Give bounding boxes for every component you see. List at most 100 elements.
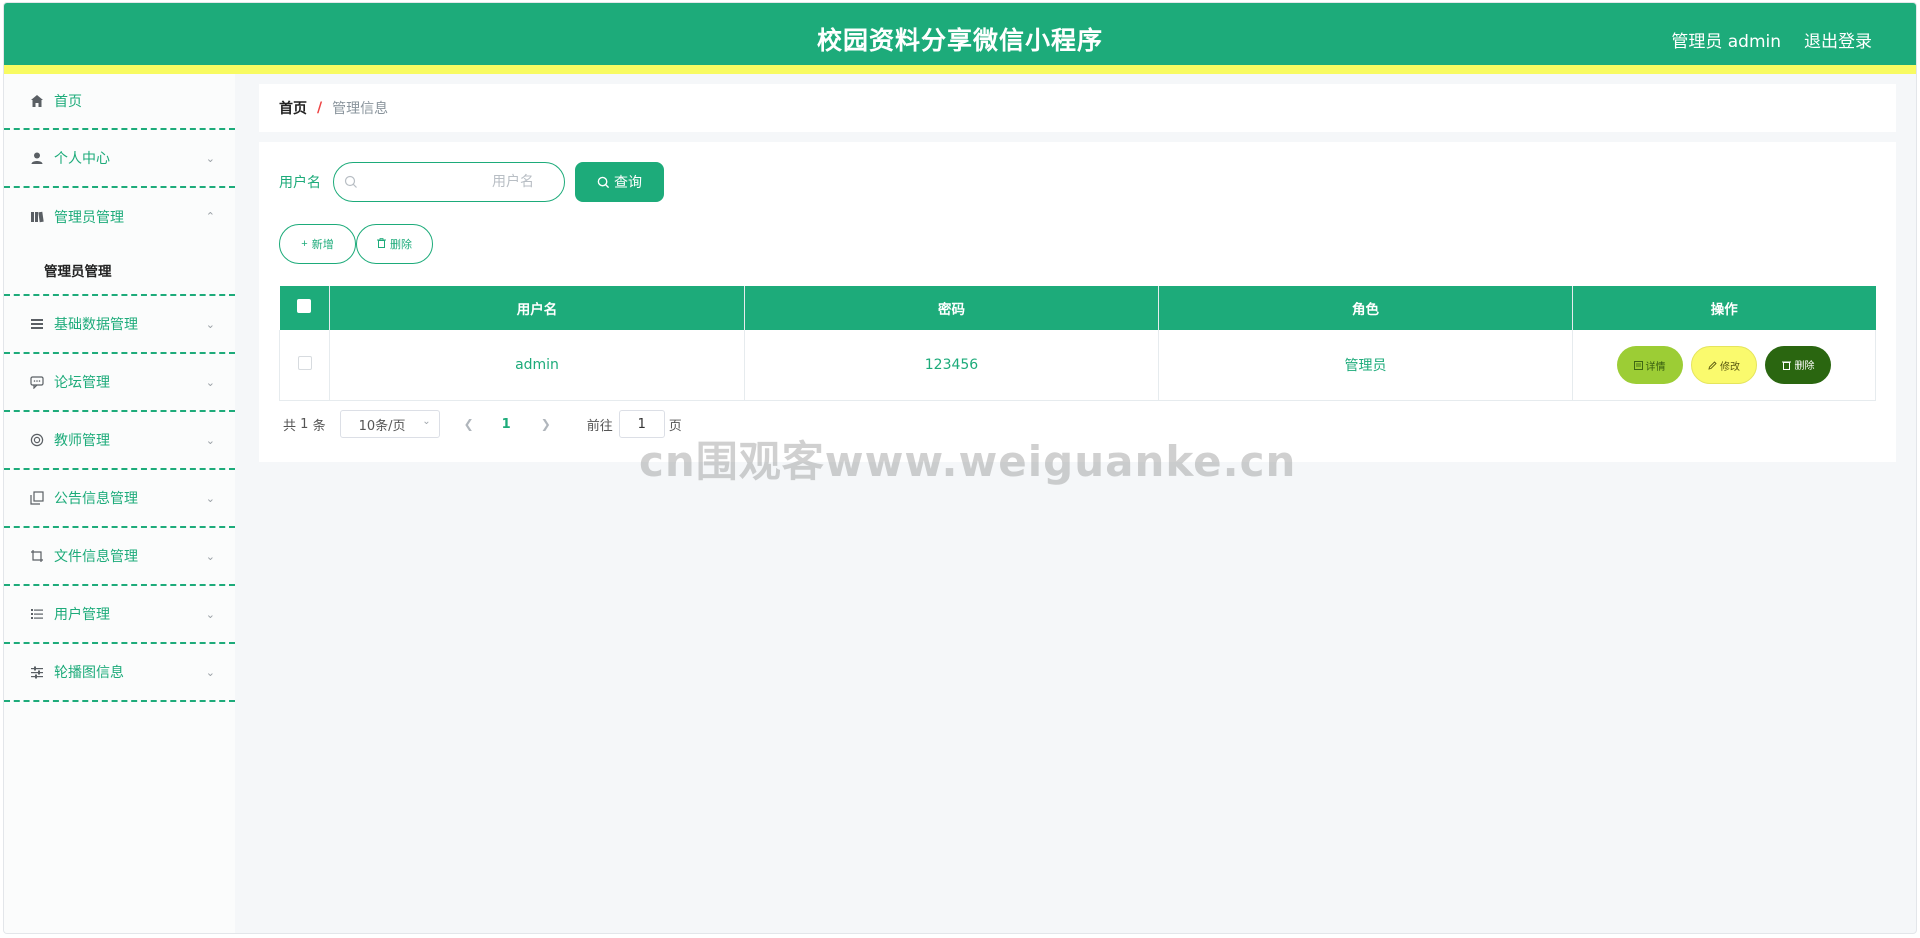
sidebar-item-label: 文件信息管理 [54,549,138,565]
lifebuoy-icon [28,431,46,449]
search-icon [597,176,610,188]
query-button-label: 查询 [614,174,642,190]
pagination-total: 1 [300,416,309,432]
admin-table: 用户名 密码 角色 操作 admin 123456 管理员 详情 修改 删除 [279,286,1876,401]
edit-button-label: 修改 [1720,361,1740,373]
row-select-cell [279,330,330,401]
sidebar-item-label: 轮播图信息 [54,665,124,681]
page-number-current[interactable]: 1 [502,417,511,432]
user-icon [28,149,46,167]
search-label: 用户名 [279,175,321,191]
sidebar-item-personal-center[interactable]: 个人中心 ⌄ [4,130,235,188]
plus-icon: + [301,238,308,250]
delete-button[interactable]: 删除 [1765,345,1832,384]
main-content: 首页 / 管理信息 用户名 查询 + 新增 [235,74,1916,933]
cell-role: 管理员 [1158,330,1573,401]
sidebar-item-notice[interactable]: 公告信息管理 ⌄ [4,470,235,528]
sidebar-item-label: 基础数据管理 [54,317,138,333]
logout-link[interactable]: 退出登录 [1804,27,1872,52]
pagination-total-prefix: 共 [283,418,297,434]
pagination: 共 1 条 10条/页 ⌄ ❮ 1 ❯ 前往 页 [283,410,682,438]
sidebar-item-carousel[interactable]: 轮播图信息 ⌄ [4,644,235,702]
detail-button-label: 详情 [1645,361,1666,373]
sidebar: 首页 个人中心 ⌄ 管理员管理 ⌃ 管理员管理 基础数据管理 ⌄ 论坛管理 ⌄ … [4,74,235,933]
prev-page-button[interactable]: ❮ [464,417,474,431]
add-button[interactable]: + 新增 [279,224,356,264]
app-title: 校园资料分享微信小程序 [816,26,1103,55]
row-checkbox[interactable] [297,355,312,370]
column-header-actions: 操作 [1572,286,1876,330]
search-field [333,162,565,202]
select-all-checkbox[interactable] [297,299,312,313]
sidebar-item-home[interactable]: 首页 [4,74,235,130]
breadcrumb: 首页 / 管理信息 [259,84,1896,132]
crop-icon [28,547,46,565]
sidebar-item-label: 论坛管理 [54,375,110,391]
detail-button[interactable]: 详情 [1616,346,1683,384]
column-header-username[interactable]: 用户名 [329,286,745,330]
breadcrumb-home[interactable]: 首页 [279,98,307,118]
chevron-down-icon: ⌄ [205,608,215,621]
search-row: 用户名 查询 [279,162,664,202]
chevron-up-icon: ⌃ [205,210,215,223]
home-icon [28,92,46,110]
sidebar-item-label: 教师管理 [54,433,110,449]
chevron-down-icon: ⌄ [205,492,215,505]
sidebar-item-label: 公告信息管理 [54,491,138,507]
sidebar-item-admin-management[interactable]: 管理员管理 ⌃ [4,188,235,246]
table-header-row: 用户名 密码 角色 操作 [279,286,1876,330]
table-row: admin 123456 管理员 详情 修改 删除 [279,330,1876,401]
menu-lines-icon [28,605,46,623]
breadcrumb-separator: / [317,100,323,116]
chevron-down-icon: ⌄ [205,666,215,679]
action-row: + 新增 删除 [279,224,433,264]
app-window: 校园资料分享微信小程序 管理员 admin 退出登录 首页 个人中心 ⌄ 管理员… [3,2,1917,934]
sidebar-item-teacher[interactable]: 教师管理 ⌄ [4,412,235,470]
cell-actions: 详情 修改 删除 [1572,330,1876,401]
cell-username: admin [329,330,745,401]
page-size-select[interactable]: 10条/页 ⌄ [339,410,440,438]
document-icon [1633,360,1643,370]
query-button[interactable]: 查询 [575,162,664,202]
trash-icon [1782,361,1792,370]
sidebar-item-file[interactable]: 文件信息管理 ⌄ [4,528,235,586]
content-panel: 用户名 查询 + 新增 删除 [259,142,1896,462]
chevron-down-icon: ⌄ [205,376,215,389]
breadcrumb-current: 管理信息 [332,101,389,117]
chevron-down-icon: ⌄ [205,152,215,165]
chevron-down-icon: ⌄ [422,416,431,427]
chat-icon [28,373,46,391]
select-all-cell [279,286,330,330]
top-header: 校园资料分享微信小程序 管理员 admin 退出登录 [4,3,1916,74]
delete-button-label: 删除 [1794,361,1815,372]
search-icon [344,175,357,188]
notebook-icon [28,208,46,226]
sidebar-item-basic-data[interactable]: 基础数据管理 ⌄ [4,296,235,354]
edit-button[interactable]: 修改 [1691,346,1757,384]
list-icon [28,315,46,333]
watermark: cn围观客www.weiguanke.cn [639,437,1297,486]
page-size-value: 10条/页 [358,418,406,434]
sidebar-item-label: 个人中心 [54,151,110,167]
batch-delete-button[interactable]: 删除 [356,224,433,264]
cell-password: 123456 [744,330,1159,401]
sidebar-subitem-admin-management[interactable]: 管理员管理 [4,246,235,296]
chevron-down-icon: ⌄ [205,434,215,447]
column-header-role[interactable]: 角色 [1158,286,1573,330]
add-button-label: 新增 [311,239,334,251]
sidebar-item-user[interactable]: 用户管理 ⌄ [4,586,235,644]
sidebar-item-label: 用户管理 [54,607,110,623]
sidebar-item-forum[interactable]: 论坛管理 ⌄ [4,354,235,412]
column-header-password[interactable]: 密码 [744,286,1159,330]
next-page-button[interactable]: ❯ [541,417,551,431]
trash-icon [377,237,386,251]
sliders-icon [28,663,46,681]
current-user: 管理员 admin [1671,32,1781,52]
batch-delete-label: 删除 [390,239,412,251]
copy-icon [28,489,46,507]
goto-prefix: 前往 [586,418,613,434]
chevron-down-icon: ⌄ [205,550,215,563]
sidebar-item-label: 管理员管理 [54,210,124,226]
search-input[interactable] [364,163,554,201]
chevron-down-icon: ⌄ [205,318,215,331]
